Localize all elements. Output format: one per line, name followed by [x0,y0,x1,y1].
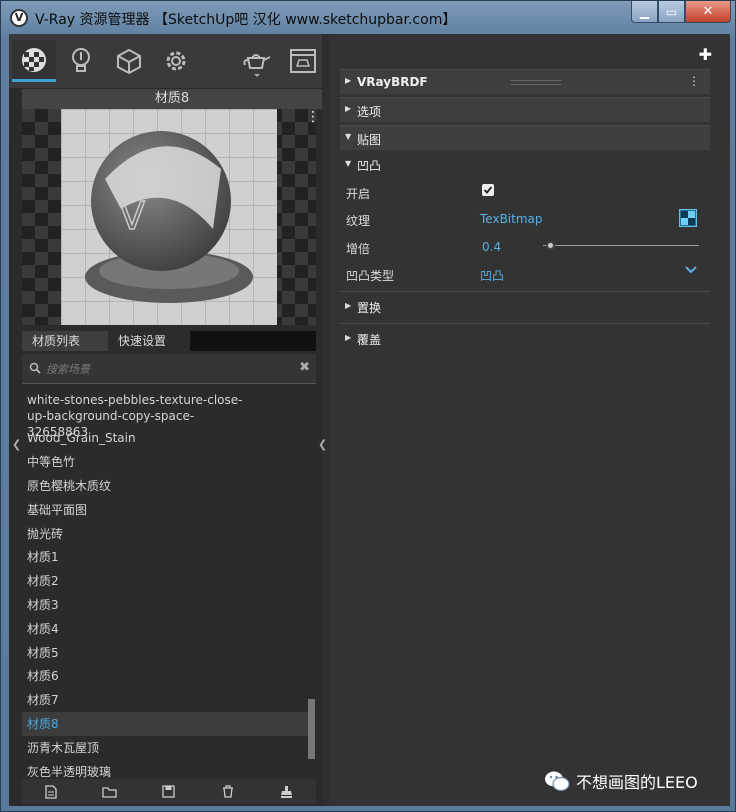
frame-buffer-icon[interactable] [281,40,325,82]
collapse-divider-icon[interactable]: ❮ [318,438,327,451]
material-list-item[interactable]: 原色樱桃木质纹 [22,478,308,494]
section-label: VRayBRDF [357,75,428,89]
preview-watermark-text: V [119,194,145,238]
multiplier-slider-track[interactable] [543,245,699,246]
material-list-item[interactable]: 材质7 [22,692,308,708]
window-frame: V V-Ray 资源管理器 【SketchUp吧 汉化 www.sketchup… [0,0,736,812]
save-icon[interactable] [161,784,177,800]
section-label: 选项 [357,105,382,119]
drag-grip-icon[interactable] [511,80,561,85]
multiplier-slider-handle[interactable] [546,241,555,250]
maximize-button[interactable]: ▭ [658,1,685,23]
multiplier-value[interactable]: 0.4 [482,240,501,254]
tab-quick-settings[interactable]: 快速设置 [108,331,190,351]
close-button[interactable]: ✕ [685,1,731,23]
window-title: V-Ray 资源管理器 【SketchUp吧 汉化 www.sketchupba… [35,12,457,28]
lights-icon[interactable] [59,40,103,82]
section-label: 覆盖 [357,333,382,347]
material-list-item[interactable]: 材质2 [22,573,308,589]
search-bar: ✖ [22,354,316,384]
minimize-button[interactable]: ▁ [631,1,658,23]
collapse-arrow-icon: ▼ [345,132,352,141]
section-displacement[interactable]: ▶ 置换 [340,295,710,319]
geometry-icon[interactable] [107,40,151,82]
material-list-item[interactable]: Wood_Grain_Stain [22,430,308,446]
collapse-left-icon[interactable]: ❮ [12,438,21,451]
material-list-item[interactable]: 基础平面图 [22,502,308,518]
expand-arrow-icon: ▶ [345,301,352,310]
preview-title: 材质8 [22,89,322,109]
section-label: 置换 [357,301,382,315]
clear-search-icon[interactable]: ✖ [299,360,310,375]
separator [340,291,710,292]
panel-divider[interactable] [322,34,329,806]
wechat-watermark: 不想画图的LEEO [544,769,698,793]
material-list-item[interactable]: 中等色竹 [22,454,308,470]
enable-label: 开启 [346,187,371,201]
material-list-item[interactable]: 材质6 [22,668,308,684]
materials-icon[interactable] [12,40,56,82]
add-layer-icon[interactable]: ✚ [699,45,712,64]
section-vraybrdf[interactable]: ▶ VRayBRDF ⋮ [340,69,710,94]
material-preview: V ⋮ [22,109,320,325]
section-overrides[interactable]: ▶ 覆盖 [340,327,710,351]
collapse-arrow-icon: ▼ [345,159,352,168]
material-list-item[interactable]: 沥青木瓦屋顶 [22,740,308,756]
material-list-item[interactable]: 材质4 [22,621,308,637]
right-panel: ✚ ▶ VRayBRDF ⋮ ▶ 选项 ▼ 贴图 ▼ 凹凸 开启 纹理 TexB… [329,34,730,806]
material-list-item[interactable]: 材质3 [22,597,308,613]
expand-arrow-icon: ▶ [345,104,352,113]
texture-label: 纹理 [346,214,371,228]
material-list-item[interactable]: 材质1 [22,549,308,565]
chevron-down-icon[interactable] [685,266,697,274]
new-file-icon[interactable] [43,784,59,800]
section-maps[interactable]: ▼ 贴图 [340,125,710,150]
material-list-item[interactable]: 材质8 [22,712,308,736]
bump-type-label: 凹凸类型 [346,269,395,283]
settings-icon[interactable] [154,40,198,82]
asset-type-toolbar [9,34,322,88]
open-folder-icon[interactable] [102,784,118,800]
texture-thumbnail-icon[interactable] [679,209,697,227]
wechat-icon [545,771,570,792]
bump-type-select[interactable]: 凹凸 [480,267,504,284]
section-menu-icon[interactable]: ⋮ [688,74,700,88]
client-area: 材质8 V ⋮ 材质列表 快速设置 搜索场景 ✖ white-stones-pe… [9,34,730,806]
material-list-item[interactable]: 抛光砖 [22,526,308,542]
preview-sphere-image: V [61,109,277,325]
preview-menu-button[interactable]: ⋮ [306,110,320,124]
subsection-bump[interactable]: ▼ 凹凸 [340,153,710,177]
left-tabs: 材质列表 快速设置 [22,331,316,351]
material-list[interactable]: white-stones-pebbles-texture-close-up-ba… [22,386,316,779]
expand-arrow-icon: ▶ [345,76,352,85]
search-input[interactable] [46,360,286,378]
section-label: 贴图 [357,133,382,147]
title-bar[interactable]: V V-Ray 资源管理器 【SketchUp吧 汉化 www.sketchup… [1,1,736,35]
enable-checkbox[interactable] [482,184,494,196]
delete-icon[interactable] [220,784,236,800]
left-panel: 材质8 V ⋮ 材质列表 快速设置 搜索场景 ✖ white-stones-pe… [9,34,322,806]
expand-arrow-icon: ▶ [345,333,352,342]
purge-icon[interactable] [279,784,295,800]
multiplier-label: 增倍 [346,242,371,256]
watermark-text: 不想画图的LEEO [576,773,698,792]
material-list-item[interactable]: 灰色半透明玻璃 [22,764,308,779]
material-list-item[interactable]: 材质5 [22,645,308,661]
vray-app-icon: V [10,9,28,27]
teapot-render-icon[interactable] [235,40,279,82]
texture-link[interactable]: TexBitmap [480,212,543,226]
separator [340,323,710,324]
list-scrollbar[interactable] [308,699,315,759]
tab-material-list[interactable]: 材质列表 [22,331,108,351]
list-actions-bar [22,779,316,804]
section-options[interactable]: ▶ 选项 [340,97,710,122]
search-icon [29,362,41,374]
subsection-label: 凹凸 [357,159,382,173]
